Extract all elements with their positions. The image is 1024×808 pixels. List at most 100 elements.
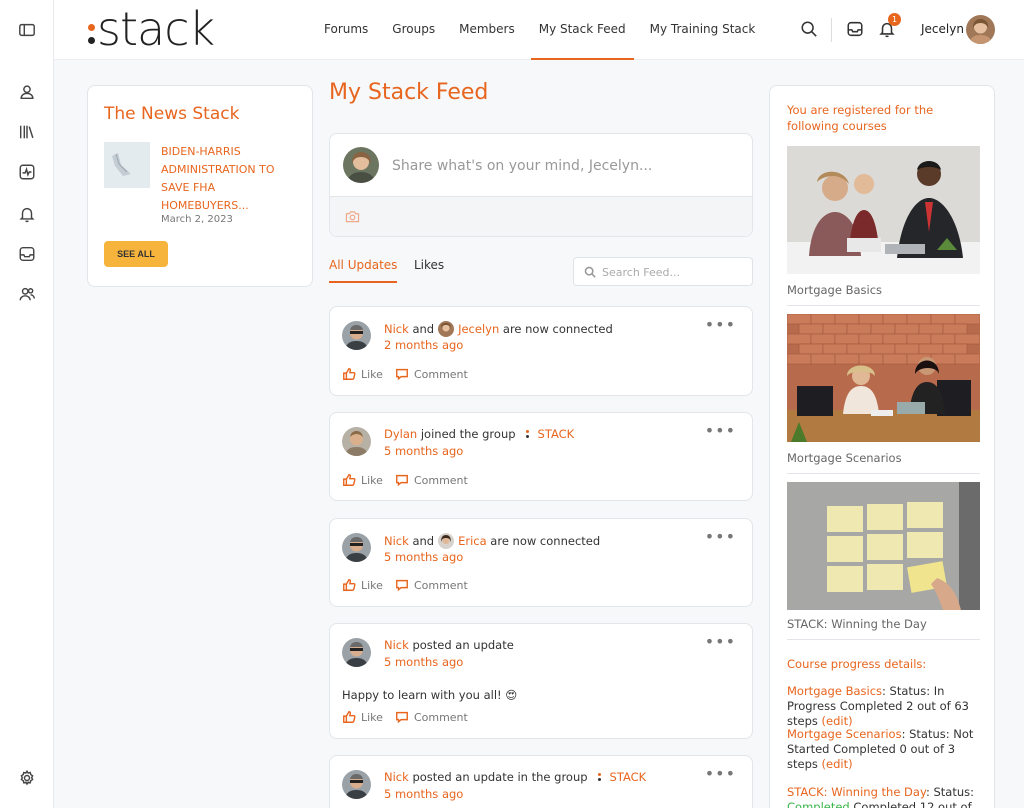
post-avatar[interactable] — [342, 638, 371, 667]
course-image-mortgage-basics[interactable] — [787, 146, 980, 274]
notification-bell-icon[interactable]: 1 — [878, 13, 901, 40]
post-composer[interactable]: Share what's on your mind, Jecelyn... — [329, 133, 753, 237]
nav-members[interactable]: Members — [451, 0, 523, 60]
post-actor[interactable]: Nick — [384, 534, 409, 548]
target-avatar[interactable] — [438, 533, 455, 549]
comment-icon — [395, 711, 408, 724]
nav-forums[interactable]: Forums — [316, 0, 376, 60]
user-name[interactable]: Jecelyn — [921, 22, 964, 36]
thumbs-up-icon — [343, 711, 356, 723]
sidebar-toggle-icon[interactable] — [17, 20, 37, 40]
news-headline[interactable]: BIDEN-HARRIS ADMINISTRATION TO SAVE FHA … — [161, 143, 291, 215]
like-button[interactable]: Like — [342, 578, 383, 592]
post-time[interactable]: 5 months ago — [384, 550, 463, 564]
post-group[interactable]: STACK — [538, 427, 575, 441]
composer-placeholder[interactable]: Share what's on your mind, Jecelyn... — [392, 158, 652, 174]
comment-button[interactable]: Comment — [395, 578, 468, 592]
post-content: Happy to learn with you all! 😍 — [342, 688, 518, 702]
members-icon[interactable] — [17, 284, 37, 304]
post-more-button[interactable]: ••• — [705, 421, 736, 440]
tab-all-updates[interactable]: All Updates — [329, 258, 398, 283]
comment-icon — [395, 474, 408, 487]
composer-toolbar — [330, 196, 752, 236]
post-time[interactable]: 5 months ago — [384, 787, 463, 801]
course-image-mortgage-scenarios[interactable] — [787, 314, 980, 442]
edit-link[interactable]: (edit) — [822, 757, 853, 771]
nav-my-training-stack[interactable]: My Training Stack — [642, 0, 764, 60]
news-card: The News Stack BIDEN-HARRIS ADMINISTRATI… — [87, 85, 313, 287]
post-verb: posted an update — [412, 638, 514, 652]
inbox-rail-icon[interactable] — [17, 244, 37, 264]
post-time[interactable]: 5 months ago — [384, 444, 463, 458]
course-name[interactable]: Mortgage Basics — [787, 283, 882, 297]
progress-item: STACK: Winning the Day: Status: Complete… — [787, 785, 974, 808]
feed-search[interactable] — [573, 257, 753, 286]
camera-icon[interactable] — [345, 210, 360, 223]
see-all-button[interactable]: SEE ALL — [104, 241, 168, 267]
post-target[interactable]: Erica — [458, 534, 487, 548]
search-icon[interactable] — [800, 20, 820, 40]
post-avatar[interactable] — [342, 427, 371, 456]
notifications-rail-icon[interactable] — [17, 204, 37, 224]
nav-groups[interactable]: Groups — [384, 0, 443, 60]
post-more-button[interactable]: ••• — [705, 527, 736, 546]
progress-item: Mortgage Basics: Status: In Progress Com… — [787, 684, 969, 728]
post-avatar[interactable] — [342, 770, 371, 799]
thumbs-up-icon — [343, 579, 356, 591]
post-more-button[interactable]: ••• — [705, 764, 736, 783]
comment-button[interactable]: Comment — [395, 367, 468, 381]
post-verb: posted an update in the group — [412, 770, 588, 784]
post-more-button[interactable]: ••• — [705, 632, 736, 651]
like-button[interactable]: Like — [342, 367, 383, 381]
feed-post: Nick and Jecelyn are now connected 2 mon… — [329, 306, 753, 396]
course-name[interactable]: Mortgage Scenarios — [787, 451, 902, 465]
post-time[interactable]: 2 months ago — [384, 338, 463, 352]
target-avatar[interactable] — [438, 321, 455, 337]
post-actor[interactable]: Nick — [384, 638, 409, 652]
comment-button[interactable]: Comment — [395, 473, 468, 487]
post-avatar[interactable] — [342, 533, 371, 562]
library-icon[interactable] — [17, 122, 37, 142]
thumbs-up-icon — [343, 474, 356, 486]
page-title: My Stack Feed — [329, 80, 489, 105]
post-verb: are now connected — [502, 322, 613, 336]
post-time[interactable]: 5 months ago — [384, 655, 463, 669]
tab-likes[interactable]: Likes — [414, 258, 444, 281]
post-actor[interactable]: Nick — [384, 770, 409, 784]
progress-course-link[interactable]: Mortgage Scenarios — [787, 727, 902, 741]
like-button[interactable]: Like — [342, 473, 383, 487]
post-actor[interactable]: Dylan — [384, 427, 417, 441]
courses-card: You are registered for the following cou… — [769, 85, 995, 808]
post-more-button[interactable]: ••• — [705, 315, 736, 334]
progress-item: Mortgage Scenarios: Status: Not Started … — [787, 727, 974, 771]
post-target[interactable]: Jecelyn — [458, 322, 499, 336]
post-conj: and — [412, 534, 435, 548]
search-feed-input[interactable] — [602, 262, 747, 282]
notification-badge: 1 — [888, 13, 901, 26]
feed-post: Nick posted an update in the group STACK… — [329, 755, 753, 808]
group-icon — [525, 428, 530, 440]
course-name[interactable]: STACK: Winning the Day — [787, 617, 927, 631]
left-rail — [0, 0, 54, 808]
profile-icon[interactable] — [17, 82, 37, 102]
user-avatar[interactable] — [966, 15, 995, 44]
progress-course-link[interactable]: Mortgage Basics — [787, 684, 882, 698]
header-divider — [831, 18, 832, 42]
post-group[interactable]: STACK — [610, 770, 647, 784]
like-button[interactable]: Like — [342, 710, 383, 724]
nav-my-stack-feed[interactable]: My Stack Feed — [530, 0, 634, 60]
edit-link[interactable]: (edit) — [822, 714, 853, 728]
feed-post: Nick posted an update 5 months ago ••• H… — [329, 623, 753, 739]
progress-course-link[interactable]: STACK: Winning the Day — [787, 785, 926, 799]
comment-button[interactable]: Comment — [395, 710, 468, 724]
settings-icon[interactable] — [17, 768, 37, 788]
post-verb: joined the group — [420, 427, 516, 441]
news-thumbnail[interactable] — [104, 142, 150, 188]
post-avatar[interactable] — [342, 321, 371, 350]
feed-post: Dylan joined the group STACK 5 months ag… — [329, 412, 753, 501]
inbox-icon[interactable] — [846, 20, 866, 40]
post-actor[interactable]: Nick — [384, 322, 409, 336]
course-image-stack-winning-the-day[interactable] — [787, 482, 980, 610]
activity-icon[interactable] — [17, 162, 37, 182]
feed-post: Nick and Erica are now connected 5 month… — [329, 518, 753, 607]
